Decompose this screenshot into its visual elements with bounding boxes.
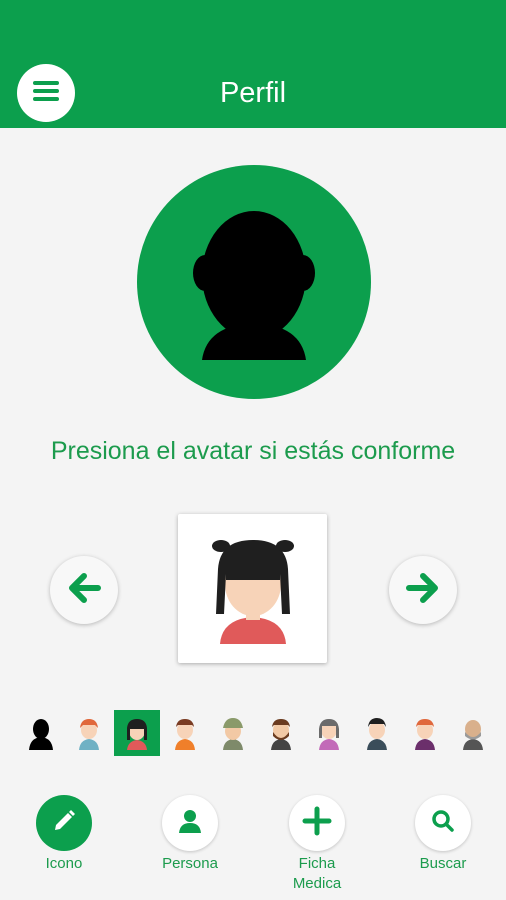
- silhouette-avatar-icon: [193, 211, 315, 360]
- avatar-option-man-olive-hat[interactable]: [210, 710, 256, 756]
- nav-ficha-medica-label: Ficha Medica: [292, 855, 342, 892]
- avatar-option-woman-purple[interactable]: [306, 710, 352, 756]
- man-beard-avatar-icon: [271, 719, 291, 750]
- avatar-option-boy-orange-hair[interactable]: [66, 710, 112, 756]
- avatar-option-girl-black-hair[interactable]: [114, 710, 160, 756]
- nav-buscar-label: Buscar: [419, 855, 467, 872]
- man-black-hair-avatar-icon: [367, 718, 387, 750]
- bald-man-avatar-icon: [463, 720, 483, 750]
- app-header: Perfil: [0, 0, 506, 128]
- avatar-option-bald-man[interactable]: [450, 710, 496, 756]
- silhouette-avatar-icon: [29, 719, 53, 750]
- boy-purple-shirt-avatar-icon: [415, 719, 435, 750]
- nav-persona[interactable]: Persona: [140, 795, 240, 874]
- arrow-left-icon: [64, 568, 104, 613]
- avatar-strip: [18, 710, 488, 760]
- confirm-prompt: Presiona el avatar si estás conforme: [50, 437, 456, 465]
- avatar-option-man-brown-hair[interactable]: [162, 710, 208, 756]
- avatar-option-boy-purple-shirt[interactable]: [402, 710, 448, 756]
- girl-black-hair-avatar-icon: [127, 719, 147, 750]
- man-brown-hair-avatar-icon: [175, 719, 195, 750]
- avatar-preview-card[interactable]: [178, 514, 327, 663]
- nav-ficha-medica-circle[interactable]: [289, 795, 345, 851]
- woman-purple-avatar-icon: [319, 719, 339, 750]
- previous-avatar-button[interactable]: [50, 556, 118, 624]
- plus-icon: [301, 805, 333, 842]
- person-icon: [176, 807, 204, 840]
- avatar-option-man-beard[interactable]: [258, 710, 304, 756]
- arrow-right-icon: [403, 568, 443, 613]
- man-olive-hat-avatar-icon: [223, 718, 243, 750]
- nav-icono[interactable]: Icono: [14, 795, 114, 874]
- nav-persona-circle[interactable]: [162, 795, 218, 851]
- nav-icono-label: Icono: [45, 855, 83, 872]
- nav-buscar[interactable]: Buscar: [393, 795, 493, 874]
- boy-orange-hair-avatar-icon: [79, 719, 99, 750]
- nav-buscar-circle[interactable]: [415, 795, 471, 851]
- pencil-icon: [51, 808, 77, 839]
- nav-persona-label: Persona: [162, 855, 218, 872]
- search-icon: [430, 808, 456, 839]
- nav-ficha-medica[interactable]: Ficha Medica: [267, 795, 367, 894]
- next-avatar-button[interactable]: [389, 556, 457, 624]
- avatar-option-man-black-hair[interactable]: [354, 710, 400, 756]
- girl-black-hair-avatar-icon: [212, 540, 294, 644]
- avatar-option-silhouette[interactable]: [18, 710, 64, 756]
- nav-icono-circle[interactable]: [36, 795, 92, 851]
- page-title: Perfil: [219, 77, 287, 109]
- current-avatar-button[interactable]: [137, 165, 371, 399]
